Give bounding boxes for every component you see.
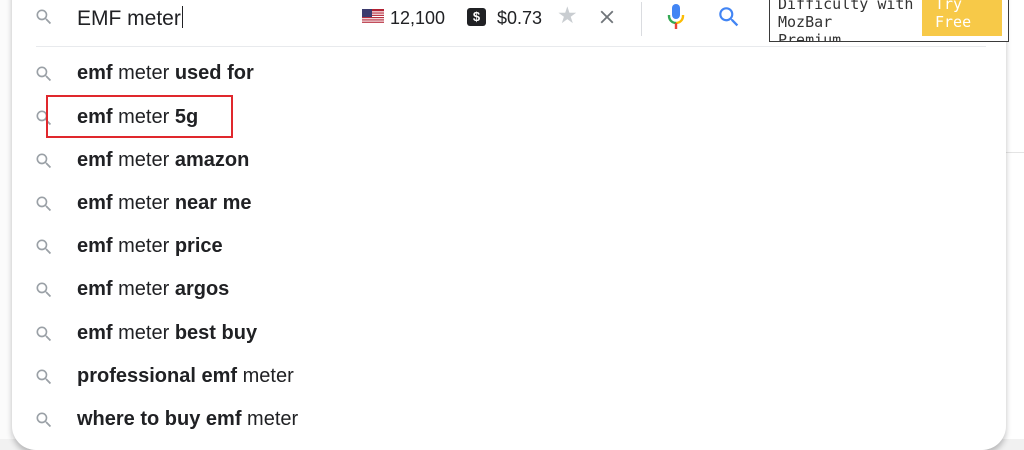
search-input[interactable]: EMF meter [77, 6, 183, 31]
close-icon[interactable] [596, 6, 618, 28]
suggestion-item[interactable]: emf meter price [0, 226, 990, 269]
suggestion-text: professional emf meter [77, 365, 294, 388]
suggestion-bold-part: professional emf [77, 365, 238, 387]
suggestion-bold-part: best buy [174, 322, 258, 344]
suggestion-item[interactable]: where to buy emf meter [0, 399, 990, 442]
suggestion-plain-part: meter [112, 278, 175, 300]
suggestion-bold-part: used for [174, 62, 254, 84]
suggestion-item[interactable]: emf meter best buy [0, 313, 990, 356]
suggestion-plain-part: meter [112, 62, 175, 84]
suggestion-item[interactable]: emf meter near me [0, 183, 990, 226]
suggestion-text: emf meter near me [77, 192, 252, 215]
suggestion-text: emf meter best buy [77, 322, 257, 345]
search-submit-icon[interactable] [716, 4, 742, 30]
search-volume: 12,100 [390, 8, 446, 28]
suggestion-bold-part: emf [77, 278, 113, 300]
search-icon [36, 326, 52, 342]
search-bar-divider [641, 2, 642, 36]
cpc-dollar-icon: $ [467, 8, 486, 26]
suggestion-bold-part: emf [77, 192, 113, 214]
search-icon [36, 412, 52, 428]
search-query-text: EMF meter [77, 7, 181, 30]
highlight-annotation [46, 95, 233, 138]
suggestion-item[interactable]: professional emf meter [0, 356, 990, 399]
suggestion-bold-part: emf [77, 235, 113, 257]
suggestion-plain-part: meter [112, 149, 175, 171]
us-flag-icon [362, 9, 384, 24]
suggestion-bold-part: near me [174, 192, 252, 214]
suggestion-bold-part: argos [174, 278, 230, 300]
search-icon [36, 282, 52, 298]
mozbar-promo-text: Difficulty with MozBar Premium [778, 0, 914, 42]
suggestion-plain-part: meter [112, 322, 175, 344]
suggestion-plain-part: meter [112, 235, 175, 257]
page-right-margin [1006, 0, 1024, 439]
suggestion-bold-part: emf [77, 62, 113, 84]
suggestion-item[interactable]: emf meter used for [0, 53, 990, 96]
search-icon [36, 369, 52, 385]
suggestion-plain-part: meter [112, 192, 175, 214]
suggestion-text: emf meter price [77, 235, 223, 258]
suggestion-bold-part: where to buy emf [77, 408, 242, 430]
suggestion-text: where to buy emf meter [77, 408, 298, 431]
suggestion-plain-part: meter [241, 408, 299, 430]
search-icon [36, 9, 52, 25]
search-icon [36, 196, 52, 212]
suggestion-bold-part: emf [77, 322, 113, 344]
suggestion-bold-part: emf [77, 149, 113, 171]
dropdown-separator [36, 46, 986, 47]
text-caret [181, 6, 183, 28]
try-free-button[interactable]: Try Free [922, 0, 1002, 36]
search-bar: EMF meter 12,100 $ $0.73 ★ Difficulty wi… [0, 0, 1024, 44]
suggestion-bold-part: price [174, 235, 223, 257]
microphone-icon[interactable] [666, 3, 686, 31]
search-icon [36, 66, 52, 82]
suggestion-item[interactable]: emf meter amazon [0, 140, 990, 183]
star-icon[interactable]: ★ [557, 4, 578, 27]
suggestion-plain-part: meter [237, 365, 294, 387]
page-divider [1006, 152, 1024, 153]
suggestion-item[interactable]: emf meter argos [0, 269, 990, 312]
suggestion-text: emf meter amazon [77, 149, 249, 172]
cpc-value: $0.73 [497, 8, 543, 28]
suggestion-text: emf meter used for [77, 62, 254, 85]
mozbar-promo: Difficulty with MozBar Premium Try Free [769, 0, 1009, 42]
search-icon [36, 153, 52, 169]
suggestion-text: emf meter argos [77, 278, 229, 301]
suggestion-bold-part: amazon [174, 149, 250, 171]
search-icon [36, 239, 52, 255]
